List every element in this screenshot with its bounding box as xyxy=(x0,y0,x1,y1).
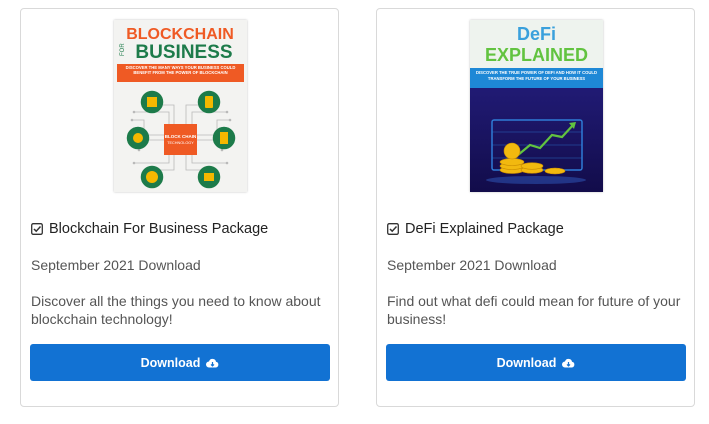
download-button-label: Download xyxy=(496,355,557,370)
cover1-subtitle: DISCOVER THE MANY WAYS YOUR BUSINESS COU… xyxy=(125,65,236,75)
check-square-icon xyxy=(31,223,43,235)
product-title-row: DeFi Explained Package xyxy=(387,221,564,237)
download-button[interactable]: Download xyxy=(30,344,330,381)
defi-cover-image: DeFi EXPLAINED DISCOVER THE TRUE POWER O… xyxy=(470,20,603,192)
product-title-row: Blockchain For Business Package xyxy=(31,221,268,237)
download-button[interactable]: Download xyxy=(386,344,686,381)
cover1-center-label-1: BLOCK CHAIN xyxy=(165,134,197,139)
product-date: September 2021 Download xyxy=(387,257,557,273)
product-card-defi: DeFi EXPLAINED DISCOVER THE TRUE POWER O… xyxy=(376,8,695,407)
product-title: DeFi Explained Package xyxy=(405,221,564,237)
blockchain-cover-image: BLOCKCHAIN FOR BUSINESS DISCOVER THE MAN… xyxy=(114,20,247,192)
cover2-title-line1: DeFi xyxy=(517,24,556,44)
product-card-blockchain: BLOCKCHAIN FOR BUSINESS DISCOVER THE MAN… xyxy=(20,8,339,407)
product-description: Find out what defi could mean for future… xyxy=(387,293,681,327)
download-button-label: Download xyxy=(140,355,201,370)
cover1-title-line1: BLOCKCHAIN xyxy=(126,26,234,43)
cover1-title-side: FOR xyxy=(120,43,126,56)
check-square-icon xyxy=(387,223,399,235)
cover1-title-line2: BUSINESS xyxy=(135,42,232,63)
product-date: September 2021 Download xyxy=(31,257,201,273)
product-title: Blockchain For Business Package xyxy=(49,221,269,237)
cloud-download-icon xyxy=(562,358,575,367)
product-description: Discover all the things you need to know… xyxy=(31,293,321,327)
cover2-title-line2: EXPLAINED xyxy=(485,45,588,65)
cloud-download-icon xyxy=(206,358,219,367)
cover1-center-label-2: TECHNOLOGY xyxy=(167,141,194,145)
cover2-subtitle: DISCOVER THE TRUE POWER OF DEFI AND HOW … xyxy=(475,70,598,81)
